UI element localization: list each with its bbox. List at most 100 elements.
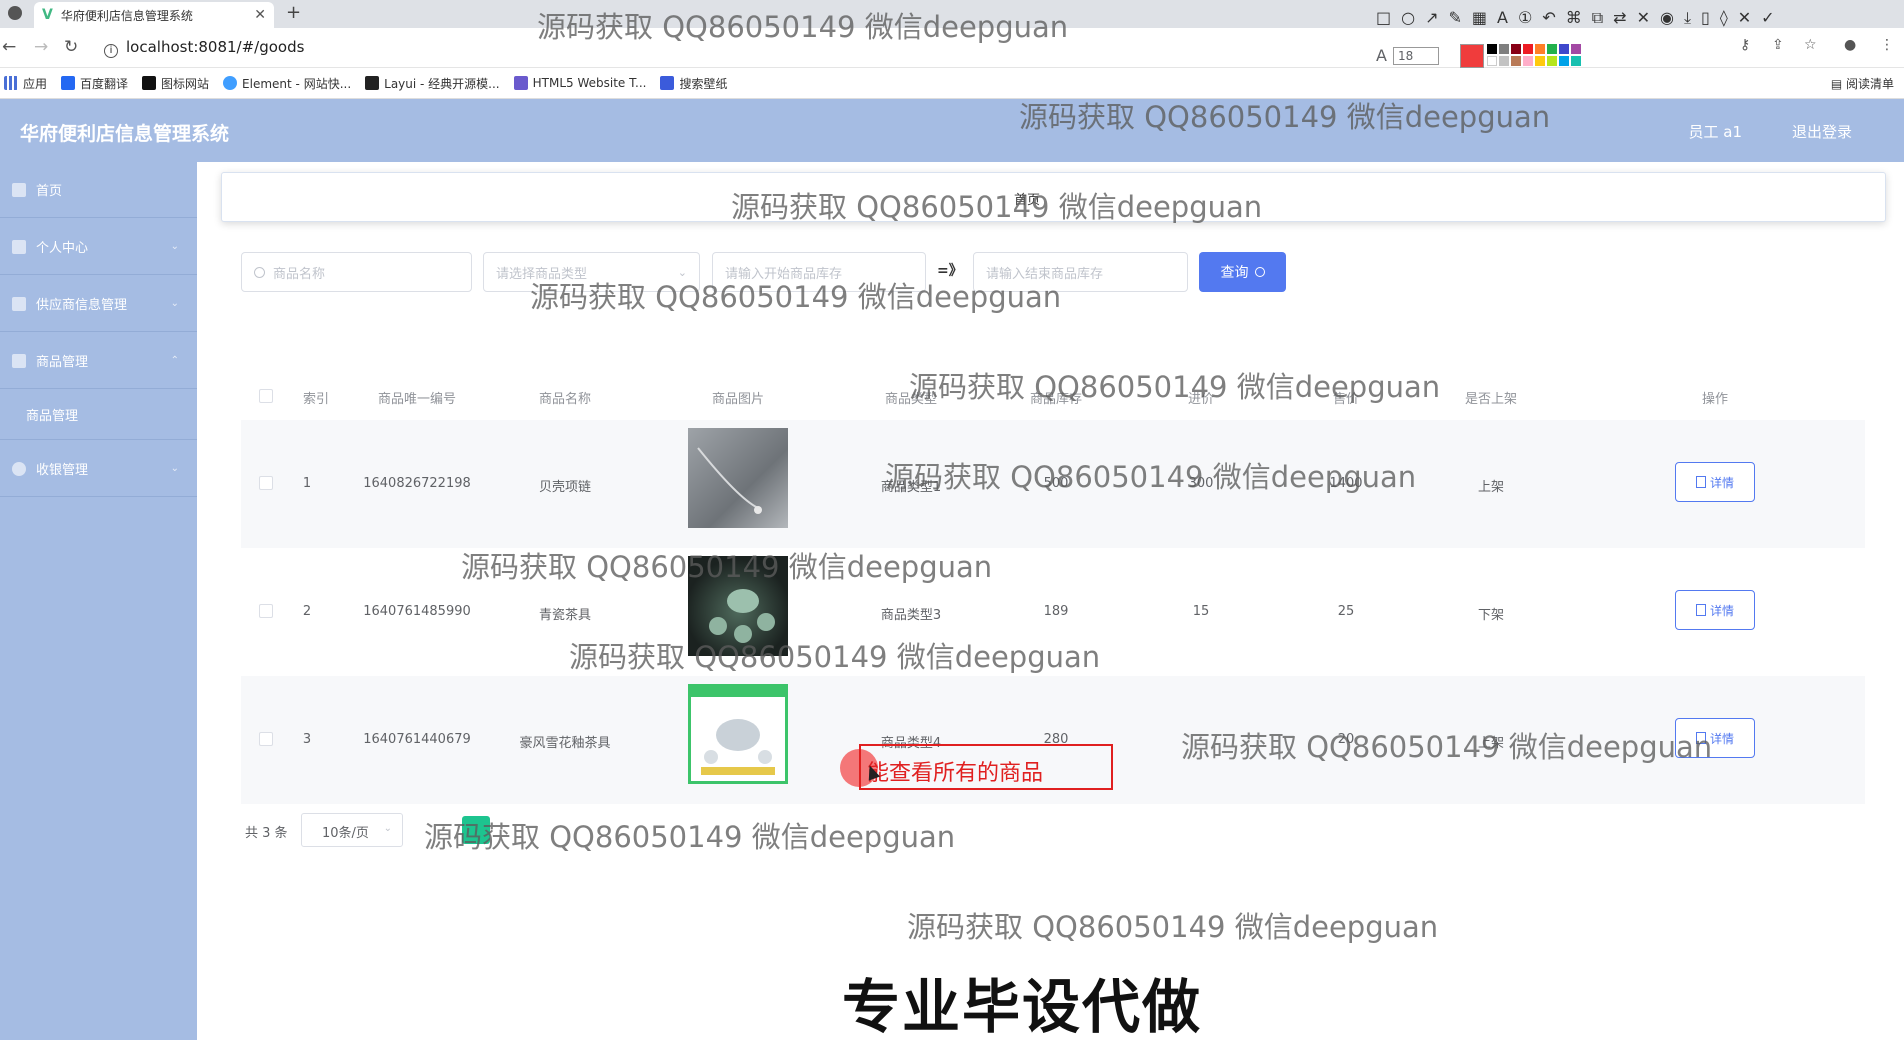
url-text: localhost:8081/#/goods [126,38,305,56]
cell-code: 1640761485990 [363,604,471,619]
pin-icon[interactable]: ⌘ [1566,8,1582,28]
font-icon: A [1376,46,1387,65]
goods-name-input[interactable]: 商品名称 [241,252,472,292]
tea-set-image [709,589,775,643]
bookmark-icon[interactable]: ◊ [1720,8,1728,28]
bookmark-wallpaper[interactable]: 搜索壁纸 [660,75,727,92]
share-icon[interactable]: ⇪ [1772,37,1784,53]
annotation-toolbar: □ ○ ↗ ✎ ▦ A ① ↶ ⌘ ⧉ ⇄ ✕ ◉ ⤓ ▯ ◊ ✕ ✓ [1376,8,1775,28]
cell-buy-price: 15 [1192,604,1210,619]
cell-on-sale: 下架 [1477,608,1505,623]
bookmark-baidu-translate[interactable]: 百度翻译 [61,75,128,92]
breadcrumb-home[interactable]: 首页 [1014,189,1040,208]
pen-tool-icon[interactable]: ✎ [1449,8,1462,28]
selected-color-swatch[interactable] [1460,44,1484,68]
bookmark-label: 搜索壁纸 [679,76,728,91]
arrow-tool-icon[interactable]: ↗ [1425,8,1438,28]
annotation-textbox[interactable]: 能查看所有的商品 [859,744,1113,790]
element-icon [223,76,238,90]
table-row: 2 1640761485990 青瓷茶具 商品类型3 189 15 25 下架 … [241,548,1865,676]
document-icon [1695,604,1706,616]
record-icon[interactable]: ◉ [1660,8,1674,28]
profile-icon[interactable]: ● [1844,37,1856,53]
new-tab-icon[interactable]: + [286,2,301,23]
sidebar-subitem-goods[interactable]: 商品管理 [0,390,197,440]
cell-name: 贝壳项链 [538,480,592,495]
confirm-icon[interactable]: ✓ [1761,8,1774,28]
query-button-label: 查询 [1220,265,1249,281]
back-icon[interactable]: ← [2,37,16,57]
extend-icon[interactable]: ✕ [1637,8,1650,28]
page-size-select[interactable]: 10条/页 ⌄ [301,813,403,847]
detail-button[interactable]: 详情 [1675,718,1755,758]
stock-end-input[interactable]: 请输入结束商品库存 [973,252,1188,292]
cell-name: 豪风雪花釉茶具 [519,736,611,751]
copy-icon[interactable]: ▯ [1701,8,1710,28]
select-all-checkbox[interactable] [259,389,273,403]
translate-icon[interactable]: ⇄ [1613,8,1626,28]
sidebar-item-suppliers[interactable]: 供应商信息管理 ⌄ [0,276,197,332]
reload-icon[interactable]: ↻ [64,37,78,57]
icon-site-icon [142,76,157,90]
more-menu-icon[interactable]: ⋮ [1880,37,1894,53]
watermark: 源码获取 QQ86050149 微信deepguan [424,820,956,854]
row-checkbox[interactable] [259,604,273,618]
download-icon[interactable]: ⤓ [1684,8,1691,28]
cell-name: 青瓷茶具 [538,608,592,623]
browser-tab[interactable]: V 华府便利店信息管理系统 ✕ [34,2,274,28]
text-tool-icon[interactable]: A [1497,8,1508,28]
banner-watermark: 专业毕设代做 [842,973,1203,1041]
row-checkbox[interactable] [259,732,273,746]
undo-icon[interactable]: ↶ [1542,8,1555,28]
cancel-icon[interactable]: ✕ [1738,8,1751,28]
stock-start-input[interactable]: 请输入开始商品库存 [712,252,926,292]
bookmark-apps[interactable]: 应用 [4,75,47,92]
sidebar-item-home[interactable]: 首页 [0,162,197,218]
current-user: 员工 a1 [1688,123,1742,141]
bookmark-element[interactable]: Element - 网站快... [223,75,351,92]
reading-list[interactable]: ▤ 阅读清单 [1831,75,1894,92]
sidebar: 首页 个人中心 ⌄ 供应商信息管理 ⌄ 商品管理 ⌃ 商品管理 收银管理 ⌄ [0,162,197,1040]
sidebar-item-cashier[interactable]: 收银管理 ⌄ [0,441,197,497]
bookmark-html5[interactable]: HTML5 Website T... [513,76,646,90]
ocr-icon[interactable]: ⧉ [1592,8,1603,28]
site-info-icon[interactable]: i [104,44,118,58]
goods-type-select[interactable]: 请选择商品类型 ⌄ [483,252,700,292]
sidebar-item-profile[interactable]: 个人中心 ⌄ [0,219,197,275]
browser-tab-bar: V 华府便利店信息管理系统 ✕ + □ ○ ↗ ✎ ▦ A ① ↶ ⌘ ⧉ ⇄ … [0,0,1904,28]
font-size-select[interactable]: 18 [1392,46,1439,65]
detail-button-label: 详情 [1709,731,1734,746]
forward-icon[interactable]: → [34,37,48,57]
rectangle-tool-icon[interactable]: □ [1376,8,1391,28]
mosaic-tool-icon[interactable]: ▦ [1472,8,1487,28]
bookmark-label: 图标网站 [161,76,210,91]
row-checkbox[interactable] [259,476,273,490]
circle-tool-icon[interactable]: ○ [1401,8,1415,28]
range-separator: =》 [937,263,963,279]
bookmark-label: Layui - 经典开源模... [384,76,500,91]
sidebar-item-goods[interactable]: 商品管理 ⌃ [0,333,197,389]
color-grid[interactable] [1487,44,1581,68]
pagination-total: 共 3 条 [245,826,288,841]
chevron-up-icon: ⌃ [170,355,179,366]
chevron-down-icon: ⌄ [170,298,179,309]
cell-sell-price: 1400 [1329,476,1363,491]
url-field[interactable]: i localhost:8081/#/goods [104,38,304,58]
detail-button[interactable]: 详情 [1675,462,1755,502]
close-tab-icon[interactable]: ✕ [254,7,266,23]
cell-type: 商品类型3 [880,608,942,623]
star-icon[interactable]: ☆ [1804,37,1817,53]
select-placeholder: 请选择商品类型 [496,266,588,282]
detail-button[interactable]: 详情 [1675,590,1755,630]
logout-link[interactable]: 退出登录 [1792,121,1852,142]
browser-menu-icon[interactable] [8,6,22,20]
key-icon[interactable]: ⚷ [1740,37,1750,53]
sidebar-item-label: 供应商信息管理 [36,298,128,313]
bookmark-icon-site[interactable]: 图标网站 [142,75,209,92]
number-tool-icon[interactable]: ① [1518,8,1532,28]
product-image-snowflake-tea-set [688,684,788,784]
column-header: 进价 [1187,392,1215,407]
query-button[interactable]: 查询 [1199,252,1286,292]
product-image-celadon-tea-set [688,556,788,656]
bookmark-layui[interactable]: Layui - 经典开源模... [365,75,500,92]
